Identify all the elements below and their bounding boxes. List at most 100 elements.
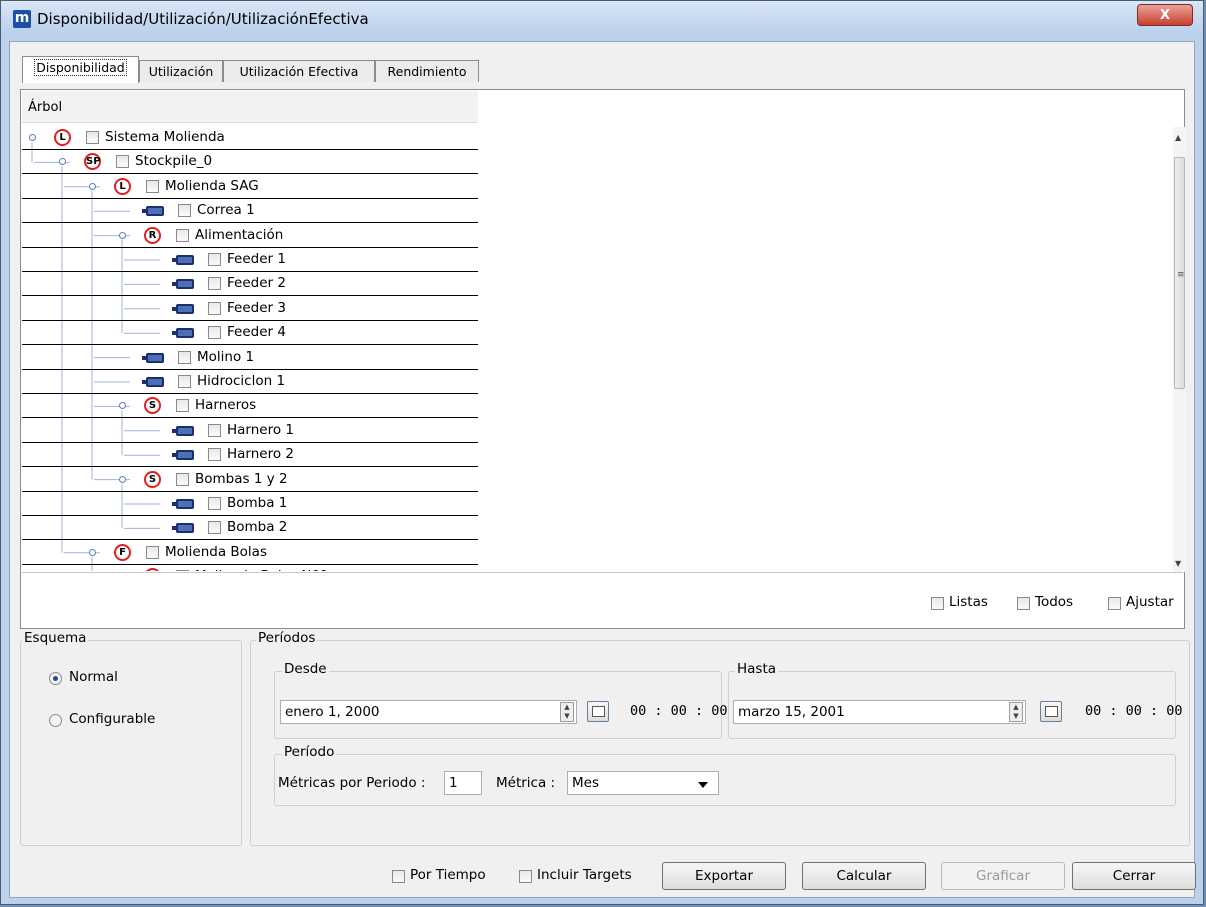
tree-row[interactable]: Feeder 2	[22, 272, 478, 297]
tree-node-checkbox[interactable]	[146, 545, 159, 559]
esquema-title: Esquema	[22, 630, 89, 646]
cerrar-button[interactable]: Cerrar	[1072, 862, 1196, 890]
tab-rendimiento[interactable]: Rendimiento	[375, 60, 479, 82]
tree-node-checkbox[interactable]	[208, 448, 221, 462]
node-type-r-icon: R	[144, 226, 161, 244]
tree-node-checkbox[interactable]	[116, 155, 129, 169]
tree-node-checkbox[interactable]	[208, 277, 221, 291]
tree-row[interactable]: Harnero 1	[22, 419, 478, 443]
hasta-calendar-icon[interactable]	[1040, 701, 1062, 722]
tree-node-label: Correa 1	[197, 202, 255, 219]
tree-node-label: Stockpile_0	[135, 153, 213, 170]
tree-node-label: Molino 1	[197, 348, 255, 365]
tree-scrollbar[interactable]: ▲ ≡ ▼	[1173, 127, 1186, 572]
tree-node-checkbox[interactable]	[208, 301, 221, 315]
expand-handle-icon[interactable]	[59, 158, 66, 166]
expand-handle-icon[interactable]	[89, 182, 96, 190]
tree-row[interactable]: L Sistema Molienda	[22, 126, 478, 150]
hasta-title: Hasta	[735, 661, 779, 677]
tree-row[interactable]: Molino 1	[22, 346, 478, 370]
graficar-button[interactable]: Graficar	[941, 862, 1065, 890]
desde-time[interactable]: 00 : 00 : 00	[630, 703, 728, 719]
tab-utilizacion-efectiva[interactable]: Utilización Efectiva	[223, 60, 375, 82]
desde-spinner[interactable]: ▲ ▼	[560, 702, 574, 722]
exportar-button[interactable]: Exportar	[662, 862, 786, 890]
expand-handle-icon[interactable]	[119, 475, 126, 483]
listas-checkbox[interactable]	[931, 597, 944, 610]
tree-node-checkbox[interactable]	[178, 350, 191, 364]
tree-view[interactable]: L Sistema Molienda SP Stockpile_0 L Molienda …	[22, 126, 478, 571]
component-icon	[172, 523, 194, 534]
component-icon	[172, 425, 194, 436]
chevron-down-icon	[698, 782, 708, 788]
expand-handle-icon[interactable]	[119, 402, 126, 410]
tree-row[interactable]: L Molienda Bolas N01	[22, 565, 478, 571]
grip-icon: ≡	[1177, 270, 1185, 280]
divider	[22, 572, 1183, 573]
tree-node-checkbox[interactable]	[208, 423, 221, 437]
normal-radio[interactable]	[49, 672, 62, 685]
desde-calendar-icon[interactable]	[587, 701, 609, 722]
tree-node-checkbox[interactable]	[208, 253, 221, 266]
desde-date-field[interactable]: enero 1, 2000	[280, 700, 577, 724]
esquema-group	[20, 640, 242, 846]
metricas-por-periodo-field[interactable]: 1	[444, 771, 482, 795]
tree-node-checkbox[interactable]	[176, 228, 189, 242]
tree-row[interactable]: Feeder 4	[22, 321, 478, 346]
por-tiempo-checkbox[interactable]	[392, 870, 405, 883]
periodos-title: Períodos	[256, 630, 318, 646]
tree-node-checkbox[interactable]	[146, 179, 159, 193]
tree-node-checkbox[interactable]	[86, 131, 99, 144]
hasta-date-field[interactable]: marzo 15, 2001	[733, 700, 1026, 724]
tree-node-label: Molienda Bolas	[165, 543, 267, 560]
tree-node-checkbox[interactable]	[208, 497, 221, 510]
title-bar[interactable]: m Disponibilidad/Utilización/Utilización…	[1, 1, 1203, 35]
incluir-targets-checkbox[interactable]	[519, 870, 532, 883]
tree-node-checkbox[interactable]	[178, 204, 191, 218]
por-tiempo-label: Por Tiempo	[410, 867, 486, 883]
tree-node-label: Harnero 1	[227, 421, 294, 438]
todos-checkbox[interactable]	[1017, 597, 1030, 610]
metrica-select[interactable]: Mes	[567, 771, 719, 795]
scroll-thumb[interactable]: ≡	[1174, 157, 1185, 389]
component-icon	[142, 206, 164, 217]
tree-row[interactable]: Bomba 2	[22, 516, 478, 541]
client-area: Disponibilidad Utilización Utilización E…	[9, 41, 1196, 898]
tree-node-checkbox[interactable]	[176, 472, 189, 486]
tree-node-checkbox[interactable]	[176, 570, 189, 571]
tree-node-checkbox[interactable]	[208, 326, 221, 340]
calcular-button[interactable]: Calcular	[802, 862, 926, 890]
tree-row[interactable]: Hidrociclon 1	[22, 370, 478, 394]
tree-node-checkbox[interactable]	[178, 375, 191, 388]
tree-row[interactable]: L Molienda SAG	[22, 175, 478, 199]
tree-row[interactable]: Feeder 1	[22, 248, 478, 272]
tab-utilizacion[interactable]: Utilización	[139, 60, 223, 82]
tree-row[interactable]: Harnero 2	[22, 443, 478, 468]
tree-node-label: Bomba 2	[227, 519, 288, 536]
tree-row[interactable]: F Molienda Bolas	[22, 541, 478, 565]
tree-row[interactable]: SP Stockpile_0	[22, 150, 478, 175]
tree-node-checkbox[interactable]	[208, 521, 221, 535]
hasta-spinner[interactable]: ▲ ▼	[1009, 702, 1023, 722]
hasta-time[interactable]: 00 : 00 : 00	[1085, 703, 1183, 719]
tree-node-label: Harnero 2	[227, 446, 294, 463]
tree-row[interactable]: Feeder 3	[22, 297, 478, 321]
tree-node-checkbox[interactable]	[176, 399, 189, 413]
tree-row[interactable]: S Harneros	[22, 394, 478, 419]
tree-row[interactable]: R Alimentación	[22, 224, 478, 248]
component-icon	[172, 450, 194, 461]
tree-header: Árbol	[22, 91, 478, 123]
configurable-radio[interactable]	[49, 714, 62, 727]
tree-row[interactable]: Correa 1	[22, 199, 478, 224]
scroll-up-icon[interactable]: ▲	[1175, 133, 1181, 142]
tab-disponibilidad[interactable]: Disponibilidad	[22, 56, 139, 83]
tree-row[interactable]: Bomba 1	[22, 492, 478, 516]
scroll-down-icon[interactable]: ▼	[1175, 559, 1181, 568]
ajustar-checkbox[interactable]	[1108, 597, 1121, 610]
tree-row[interactable]: S Bombas 1 y 2	[22, 468, 478, 492]
close-button[interactable]: X	[1137, 4, 1193, 26]
tree-node-label: Bombas 1 y 2	[195, 470, 288, 487]
expand-handle-icon[interactable]	[29, 134, 36, 141]
expand-handle-icon[interactable]	[119, 231, 126, 239]
expand-handle-icon[interactable]	[89, 548, 96, 556]
